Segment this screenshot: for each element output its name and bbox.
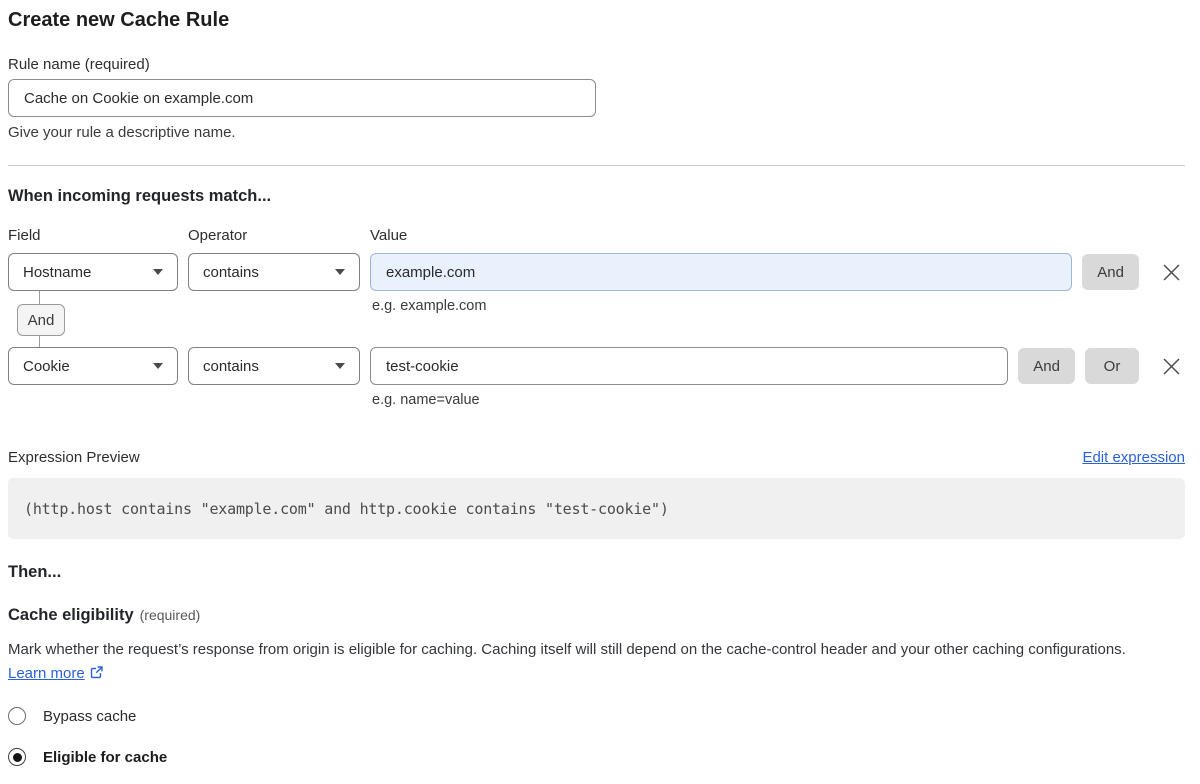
chevron-down-icon (153, 363, 163, 369)
operator-select-2-value: contains (203, 358, 259, 375)
page-title: Create new Cache Rule (8, 7, 1185, 33)
rule-name-help: Give your rule a descriptive name. (8, 124, 1185, 141)
add-or-condition-button-2[interactable]: Or (1085, 348, 1139, 384)
field-select-2[interactable]: Cookie (8, 347, 178, 385)
radio-dot (13, 753, 22, 762)
add-and-condition-button-2[interactable]: And (1018, 348, 1075, 384)
expression-header: Expression Preview Edit expression (8, 449, 1185, 466)
expression-preview-box: (http.host contains "example.com" and ht… (8, 478, 1185, 539)
value-column-label: Value (370, 227, 407, 244)
radio-option-eligible-for-cache[interactable]: Eligible for cache (8, 748, 1185, 766)
field-select-2-value: Cookie (23, 358, 70, 375)
condition-row-2: Cookie contains And Or (8, 347, 1185, 385)
chevron-down-icon (335, 363, 345, 369)
radio-option-bypass-cache[interactable]: Bypass cache (8, 707, 1185, 725)
field-select-1-value: Hostname (23, 264, 91, 281)
value-input-2[interactable] (370, 347, 1008, 385)
close-icon (1162, 263, 1181, 282)
then-heading: Then... (8, 563, 1185, 582)
expression-code: (http.host contains "example.com" and ht… (24, 500, 669, 518)
cache-eligibility-description: Mark whether the request’s response from… (8, 638, 1168, 686)
field-column-label: Field (8, 227, 188, 244)
value-hint-2: e.g. name=value (372, 392, 1185, 408)
condition-row-1: Hostname contains And (8, 253, 1185, 291)
radio-label: Eligible for cache (43, 749, 167, 766)
close-icon (1162, 357, 1181, 376)
edit-expression-link[interactable]: Edit expression (1082, 449, 1185, 466)
rule-name-input[interactable] (8, 79, 596, 117)
operator-select-1[interactable]: contains (188, 253, 360, 291)
required-note: (required) (140, 607, 201, 623)
chevron-down-icon (153, 269, 163, 275)
operator-select-1-value: contains (203, 264, 259, 281)
condition-column-headers: Field Operator Value (8, 227, 1185, 244)
value-input-1[interactable] (370, 253, 1072, 291)
create-cache-rule-form: Create new Cache Rule Rule name (require… (0, 0, 1200, 766)
rule-name-label: Rule name (required) (8, 56, 1185, 73)
remove-condition-button-1[interactable] (1159, 260, 1183, 284)
external-link-icon (89, 665, 104, 680)
description-text: Mark whether the request’s response from… (8, 641, 1126, 658)
cache-eligibility-heading: Cache eligibility (required) (8, 606, 1185, 625)
radio-label: Bypass cache (43, 708, 136, 725)
chevron-down-icon (335, 269, 345, 275)
add-and-condition-button-1[interactable]: And (1082, 254, 1139, 290)
connector-zone: e.g. example.com And (8, 291, 1185, 347)
field-select-1[interactable]: Hostname (8, 253, 178, 291)
cache-eligibility-title: Cache eligibility (8, 606, 134, 624)
radio-unselected-icon (8, 707, 26, 725)
expression-preview-label: Expression Preview (8, 449, 140, 466)
radio-selected-icon (8, 748, 26, 766)
match-heading: When incoming requests match... (8, 187, 1185, 206)
remove-condition-button-2[interactable] (1159, 354, 1183, 378)
learn-more-link[interactable]: Learn more (8, 665, 85, 682)
operator-column-label: Operator (188, 227, 370, 244)
and-connector: And (17, 304, 65, 336)
and-connector-chip: And (17, 304, 65, 336)
operator-select-2[interactable]: contains (188, 347, 360, 385)
value-hint-1: e.g. example.com (372, 298, 486, 314)
section-divider (8, 165, 1185, 166)
